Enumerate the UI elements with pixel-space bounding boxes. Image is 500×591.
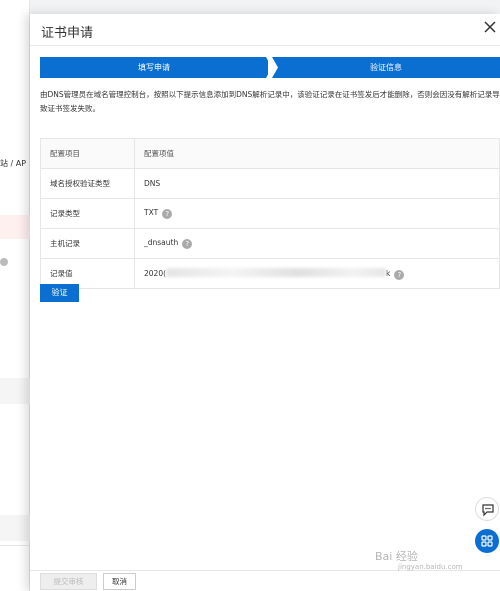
table-row: 记录类型 TXT? [40,198,500,229]
background-section [0,378,30,404]
chat-button[interactable] [475,497,499,521]
watermark-url: jingyan.baidu.com [398,563,463,571]
record-value-suffix: k [386,268,391,278]
help-icon[interactable]: ? [182,239,193,249]
record-value-prefix: 2020( [144,268,167,278]
row-value-text: DNS [144,179,161,188]
background-highlight-row [0,215,30,239]
dns-config-table: 配置项目 配置项值 域名授权验证类型 DNS 记录类型 TXT? 主机记录 _d… [40,138,500,289]
apps-button[interactable] [475,529,499,553]
row-value-text: _dnsauth [144,238,179,247]
dns-instructions: 由DNS管理员在域名管理控制台，按照以下提示信息添加到DNS解析记录中，该验证记… [40,90,500,113]
background-page: 站 / AP [0,0,30,591]
row-value: _dnsauth? [134,228,500,259]
step-fill-application: 填写申请 [40,57,268,78]
background-divider [0,545,30,546]
table-row: 域名授权验证类型 DNS [40,168,500,199]
certificate-application-drawer: 证书申请 填写申请 验证信息 由DNS管理员在域名管理控制台，按照以下提示信息添… [30,14,500,591]
close-icon[interactable] [482,19,498,35]
drawer-title: 证书申请 [41,26,94,41]
row-value: DNS [134,168,500,199]
row-value: 2020( k? [134,258,500,289]
row-key: 域名授权验证类型 [40,168,135,199]
blurred-record-value [166,267,387,277]
row-key: 主机记录 [40,228,135,259]
background-help-icon [0,258,8,266]
step-arrow-icon [266,57,278,78]
help-icon[interactable]: ? [394,269,405,280]
help-icon[interactable]: ? [162,209,173,219]
row-value-text: TXT [144,208,159,217]
submit-review-button[interactable]: 提交审核 [40,573,97,590]
column-header-item: 配置项目 [40,138,135,169]
table-row: 主机记录 _dnsauth? [40,228,500,259]
chat-icon [482,504,494,517]
table-row: 记录值 2020(k? [40,258,500,289]
row-value: TXT? [134,198,500,229]
verify-button[interactable]: 验证 [40,284,79,302]
breadcrumb-fragment: 站 / AP [0,159,27,168]
drawer-header: 证书申请 [30,14,500,46]
cancel-button[interactable]: 取消 [103,573,136,590]
watermark: Bai 经验 [375,550,418,563]
apps-icon [481,535,493,547]
step-indicator: 填写申请 验证信息 [40,57,500,78]
table-header-row: 配置项目 配置项值 [40,138,500,169]
column-header-value: 配置项值 [134,138,500,169]
row-key: 记录类型 [40,198,135,229]
step-verify-info: 验证信息 [272,57,500,78]
background-section [0,515,30,541]
drawer-footer: 提交审核 取消 [30,570,500,591]
